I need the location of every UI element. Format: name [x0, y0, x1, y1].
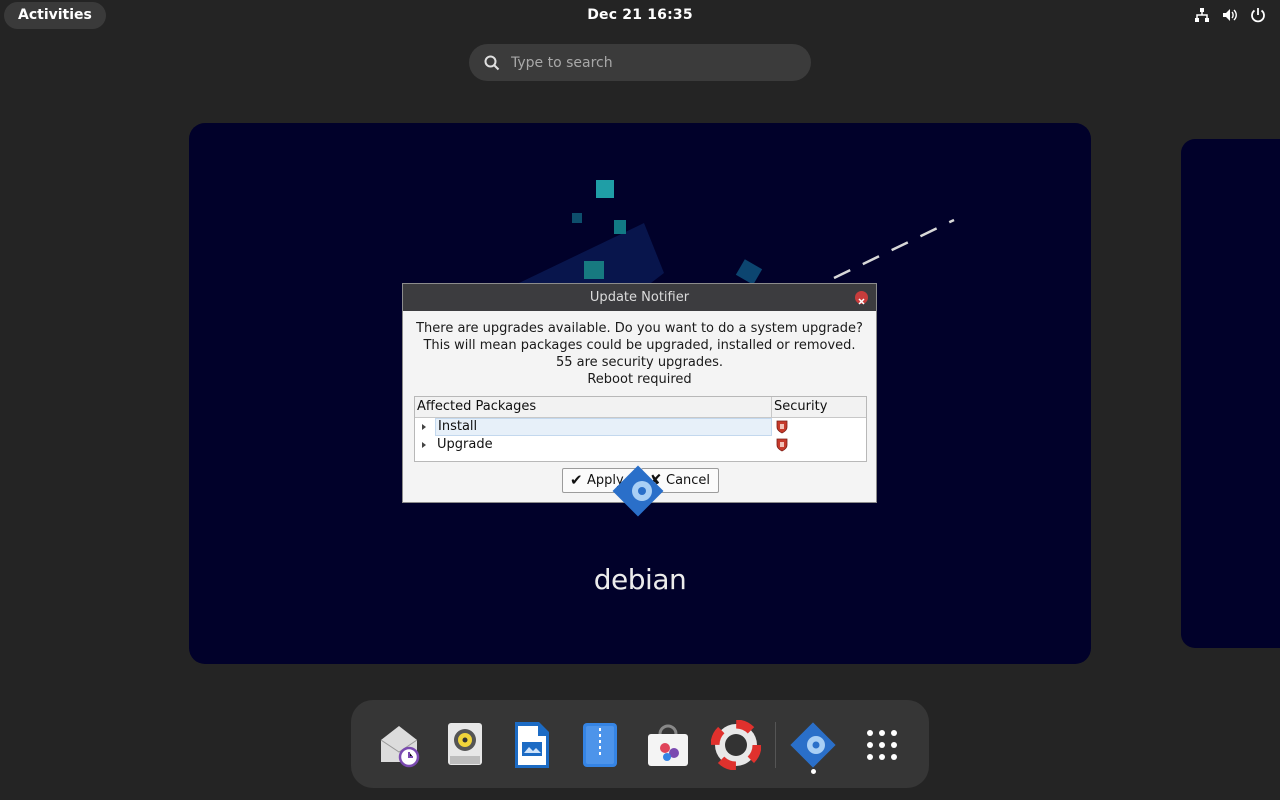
writer-icon[interactable] — [507, 720, 557, 770]
expander-icon[interactable] — [422, 442, 426, 448]
debian-logo: debian — [593, 563, 687, 596]
message-line: There are upgrades available. Do you wan… — [416, 321, 863, 336]
message-line: Reboot required — [587, 372, 692, 387]
affected-packages-tree[interactable]: Affected Packages Security Install Upgra… — [414, 396, 867, 462]
file-roller-icon[interactable] — [575, 720, 625, 770]
system-tray[interactable] — [1194, 7, 1266, 23]
expander-icon[interactable] — [422, 424, 426, 430]
column-header-security[interactable]: Security — [772, 397, 827, 417]
running-indicator — [811, 769, 816, 774]
security-shield-icon — [776, 420, 788, 434]
search-bar[interactable] — [469, 44, 811, 81]
checkmark-icon: ✔ — [570, 471, 583, 489]
update-notifier-window-icon — [608, 461, 668, 521]
tree-row-install[interactable]: Install — [415, 418, 866, 436]
evolution-icon[interactable] — [375, 720, 425, 770]
update-notifier-icon[interactable] — [788, 720, 838, 770]
app-grid-icon[interactable] — [857, 720, 907, 770]
dash-separator — [775, 722, 776, 768]
cancel-label: Cancel — [666, 473, 711, 488]
row-label: Upgrade — [437, 437, 493, 452]
row-label: Install — [435, 418, 772, 436]
volume-icon[interactable] — [1222, 7, 1238, 23]
column-header-packages[interactable]: Affected Packages — [415, 397, 772, 417]
dialog-title: Update Notifier — [589, 290, 690, 305]
software-icon[interactable] — [643, 720, 693, 770]
clock[interactable]: Dec 21 16:35 — [0, 7, 1280, 23]
security-shield-icon — [776, 438, 788, 452]
tree-row-upgrade[interactable]: Upgrade — [415, 436, 866, 454]
help-icon[interactable] — [710, 719, 762, 771]
search-input[interactable] — [511, 54, 791, 71]
top-bar: Activities Dec 21 16:35 — [0, 0, 1280, 32]
dialog-titlebar[interactable]: Update Notifier — [403, 284, 876, 311]
rhythmbox-icon[interactable] — [440, 720, 490, 770]
search-icon — [483, 54, 501, 72]
dash — [351, 700, 929, 788]
next-workspace-thumbnail[interactable] — [1181, 139, 1280, 648]
tree-header: Affected Packages Security — [415, 397, 866, 418]
close-icon — [858, 298, 865, 305]
network-icon[interactable] — [1194, 7, 1210, 23]
power-icon[interactable] — [1250, 7, 1266, 23]
message-line: This will mean packages could be upgrade… — [423, 338, 856, 353]
dialog-message: There are upgrades available. Do you wan… — [403, 320, 876, 388]
message-line: 55 are security upgrades. — [555, 355, 724, 370]
close-button[interactable] — [855, 291, 868, 305]
